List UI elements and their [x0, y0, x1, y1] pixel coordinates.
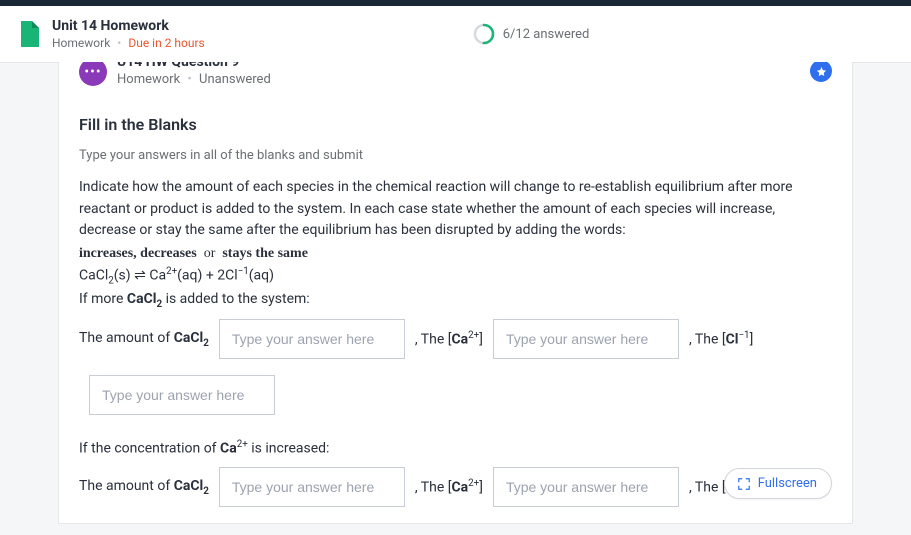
blank-row-2b	[89, 523, 832, 524]
label-ca-1: , The [Ca2+]	[415, 330, 483, 348]
question-title: U14 HW Question 9	[117, 62, 271, 70]
blank-2-ca[interactable]	[493, 467, 679, 507]
fullscreen-button[interactable]: Fullscreen	[724, 468, 832, 499]
fullscreen-icon	[737, 477, 751, 491]
instructions: Type your answers in all of the blanks a…	[79, 148, 832, 163]
label-cl-1: , The [Cl−1]	[689, 330, 753, 348]
assignment-type: Homework	[52, 36, 110, 50]
page-header: Unit 14 Homework Homework • Due in 2 hou…	[0, 6, 911, 63]
blank-1-cl[interactable]	[89, 375, 275, 415]
chemical-equation: CaCl2(s) ⇌ Ca2+(aq) + 2Cl−1(aq)	[79, 266, 832, 286]
blank-row-1b	[89, 375, 832, 415]
blank-2-cl[interactable]	[89, 523, 275, 524]
fullscreen-label: Fullscreen	[758, 476, 817, 491]
header-text-block: Unit 14 Homework Homework • Due in 2 hou…	[52, 17, 205, 52]
question-subline: Homework • Unanswered	[117, 72, 271, 87]
question-status: Unanswered	[199, 72, 271, 87]
answer-words-line: increases, decreases or stays the same	[79, 246, 832, 262]
condition-2-prefix: If the concentration of	[79, 441, 217, 457]
dots-icon: •••	[84, 65, 101, 79]
assignment-subline: Homework • Due in 2 hours	[52, 35, 205, 52]
question-sub-type: Homework	[117, 72, 180, 87]
word-stays-same: stays the same	[222, 246, 308, 261]
blank-row-1: The amount of CaCl2 , The [Ca2+] , The […	[79, 319, 832, 359]
label-amount-2: The amount of CaCl2	[79, 478, 209, 497]
assignment-due: Due in 2 hours	[128, 36, 204, 50]
label-amount-1: The amount of CaCl2	[79, 330, 209, 349]
word-or: or	[204, 246, 216, 261]
question-header: ••• U14 HW Question 9 Homework • Unanswe…	[79, 62, 832, 87]
blank-2-cacl2[interactable]	[219, 467, 405, 507]
blank-row-2: The amount of CaCl2 , The [Ca2+] , The […	[79, 467, 832, 507]
document-icon	[18, 20, 40, 48]
dot-separator: •	[117, 36, 121, 50]
condition-2-suffix: is increased:	[251, 441, 329, 457]
question-prompt: Indicate how the amount of each species …	[79, 177, 832, 242]
section-title: Fill in the Blanks	[79, 115, 832, 134]
condition-2: If the concentration of Ca2+ is increase…	[79, 439, 832, 457]
blank-1-ca[interactable]	[493, 319, 679, 359]
blank-1-cacl2[interactable]	[219, 319, 405, 359]
question-type-badge: •••	[79, 62, 107, 86]
condition-1: If more CaCl2 is added to the system:	[79, 291, 832, 310]
assignment-title: Unit 14 Homework	[52, 17, 205, 35]
bookmark-button[interactable]	[810, 62, 832, 82]
question-card: ••• U14 HW Question 9 Homework • Unanswe…	[58, 62, 853, 524]
condition-1-suffix: is added to the system:	[166, 291, 310, 307]
dot-separator: •	[187, 72, 191, 87]
label-ca-2: , The [Ca2+]	[415, 478, 483, 496]
progress-ring-icon	[473, 23, 495, 45]
progress-text: 6/12 answered	[503, 27, 590, 42]
word-increases-decreases: increases, decreases	[79, 246, 197, 261]
progress-indicator: 6/12 answered	[473, 23, 590, 45]
